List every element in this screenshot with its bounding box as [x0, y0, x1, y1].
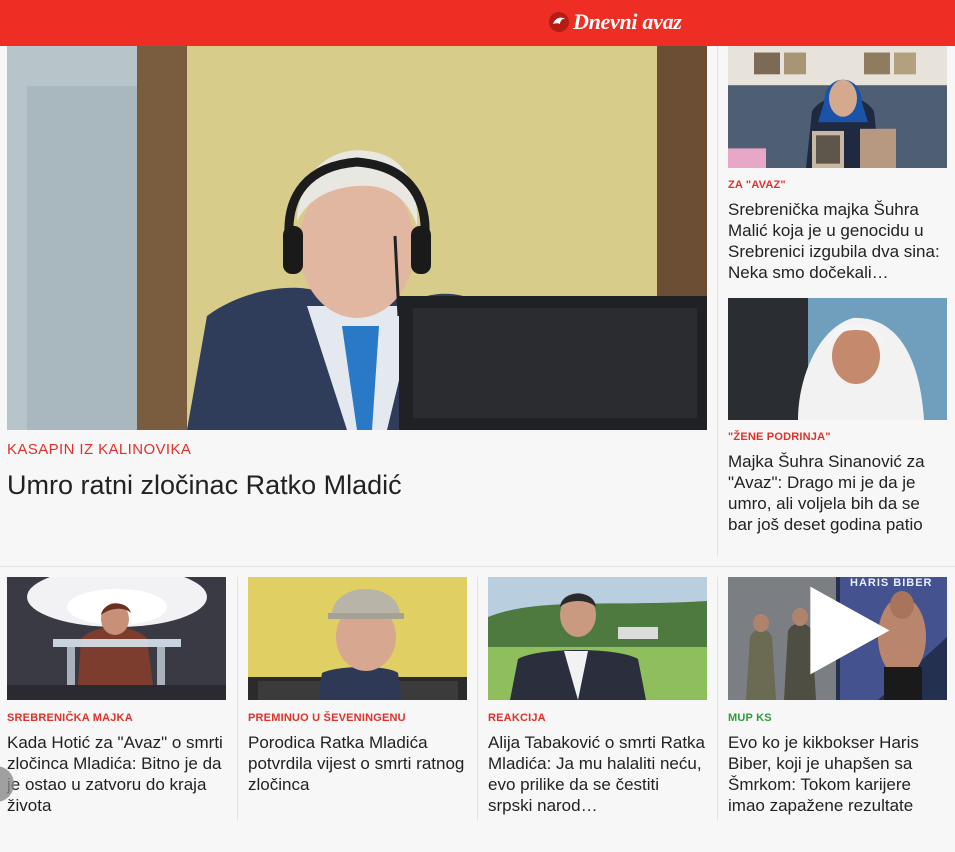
bottom-photo — [248, 577, 467, 700]
lead-photo — [7, 46, 707, 430]
side-story-image[interactable] — [728, 46, 947, 168]
bottom-story-kicker[interactable]: REAKCIJA — [488, 712, 707, 724]
bottom-story-kicker[interactable]: MUP KS — [728, 712, 947, 724]
play-icon[interactable] — [736, 577, 947, 692]
side-story-kicker[interactable]: ZA "AVAZ" — [728, 179, 947, 191]
site-logo[interactable]: Dnevni avaz — [548, 9, 682, 35]
bottom-column-divider — [237, 577, 238, 820]
side-photo — [728, 298, 947, 420]
bottom-story-card[interactable]: SREBRENIČKA MAJKA Kada Hotić za "Avaz" o… — [7, 577, 226, 816]
avaz-bird-icon — [549, 12, 569, 32]
bottom-story-title[interactable]: Alija Tabaković o smrti Ratka Mladića: J… — [488, 732, 707, 816]
side-photo — [728, 46, 947, 168]
side-story-card[interactable]: ZA "AVAZ" Srebrenička majka Šuhra Malić … — [728, 46, 947, 283]
site-header: Dnevni avaz — [0, 0, 955, 46]
bottom-story-title[interactable]: Porodica Ratka Mladića potvrdila vijest … — [248, 732, 467, 795]
column-divider — [717, 46, 718, 556]
bottom-story-card[interactable]: PREMINUO U ŠEVENINGENU Porodica Ratka Ml… — [248, 577, 467, 795]
bottom-story-image[interactable] — [488, 577, 707, 700]
bottom-story-image[interactable] — [7, 577, 226, 700]
bottom-story-kicker[interactable]: PREMINUO U ŠEVENINGENU — [248, 712, 467, 724]
side-story-title[interactable]: Majka Šuhra Sinanović za "Avaz": Drago m… — [728, 451, 947, 535]
side-story-card[interactable]: "ŽENE PODRINJA" Majka Šuhra Sinanović za… — [728, 298, 947, 535]
bottom-photo — [488, 577, 707, 700]
row-divider — [0, 566, 955, 567]
bottom-story-image[interactable]: HARIS BIBER — [728, 577, 947, 700]
logo-text: Dnevni avaz — [573, 9, 682, 34]
bottom-column-divider — [717, 577, 718, 820]
lead-story-image[interactable] — [7, 46, 707, 430]
bottom-story-image[interactable] — [248, 577, 467, 700]
bottom-story-title[interactable]: Kada Hotić za "Avaz" o smrti zločinca Ml… — [7, 732, 226, 816]
bottom-story-card[interactable]: REAKCIJA Alija Tabaković o smrti Ratka M… — [488, 577, 707, 816]
lead-story-kicker[interactable]: KASAPIN IZ KALINOVIKA — [7, 441, 191, 458]
lead-story-title[interactable]: Umro ratni zločinac Ratko Mladić — [7, 468, 697, 502]
bottom-story-kicker[interactable]: SREBRENIČKA MAJKA — [7, 712, 226, 724]
bottom-story-title[interactable]: Evo ko je kikbokser Haris Biber, koji je… — [728, 732, 947, 816]
bottom-photo — [7, 577, 226, 700]
bottom-story-card[interactable]: HARIS BIBER MUP KS Evo ko je kikbokser H… — [728, 577, 947, 816]
side-story-title[interactable]: Srebrenička majka Šuhra Malić koja je u … — [728, 199, 947, 283]
bottom-column-divider — [477, 577, 478, 820]
side-story-kicker[interactable]: "ŽENE PODRINJA" — [728, 431, 947, 443]
side-story-image[interactable] — [728, 298, 947, 420]
